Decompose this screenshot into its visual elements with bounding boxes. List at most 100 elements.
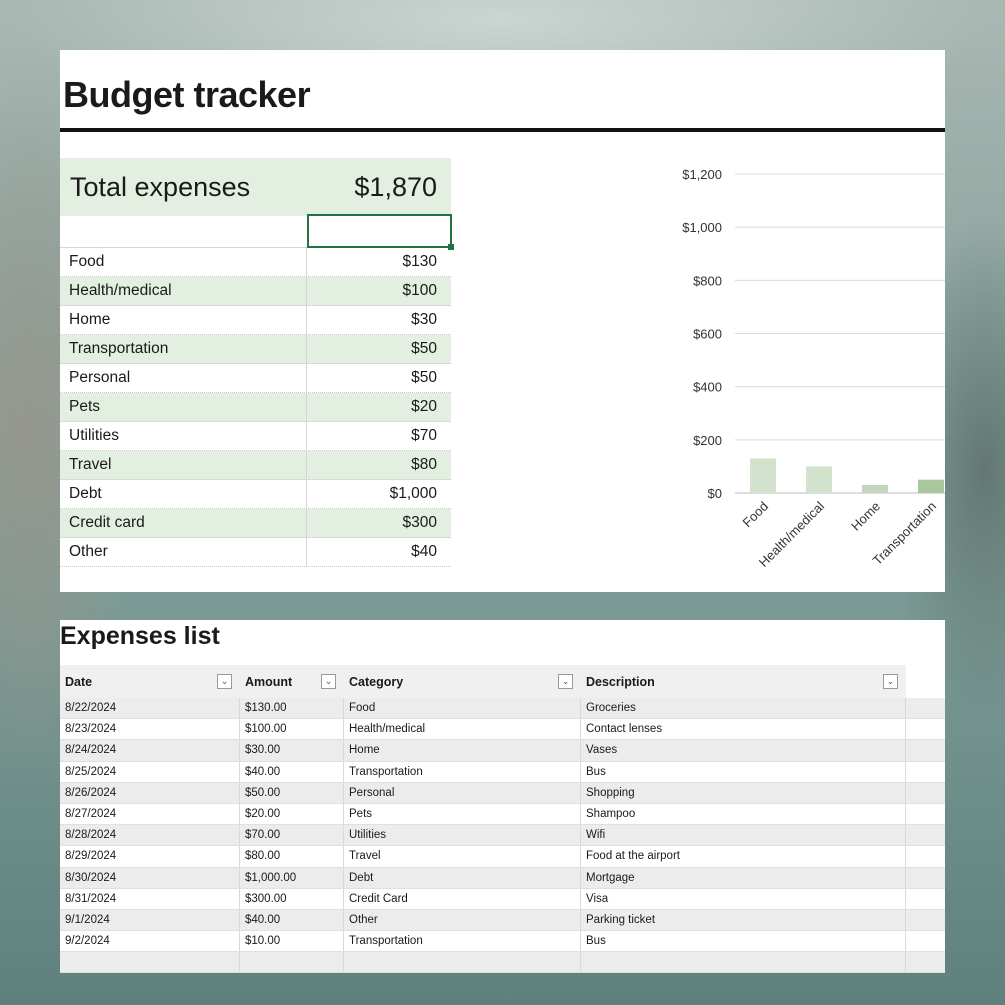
category-row[interactable]: Health/medical $100 <box>60 277 451 306</box>
table-cell[interactable] <box>60 952 240 973</box>
table-cell[interactable]: 8/27/2024 <box>60 803 240 825</box>
category-amount[interactable]: $100 <box>307 282 451 300</box>
column-header-date[interactable]: Date ⌄ <box>60 665 240 698</box>
category-amount[interactable]: $40 <box>307 543 451 561</box>
table-cell[interactable] <box>581 952 906 973</box>
chevron-down-icon[interactable]: ⌄ <box>321 674 336 689</box>
table-cell[interactable]: $30.00 <box>240 740 344 761</box>
table-cell[interactable]: Parking ticket <box>581 909 906 931</box>
column-header-amount[interactable]: Amount ⌄ <box>240 665 344 698</box>
category-row[interactable]: Other $40 <box>60 538 451 567</box>
table-cell[interactable]: 8/25/2024 <box>60 761 240 782</box>
table-cell[interactable]: Transportation <box>344 931 581 952</box>
category-amount[interactable]: $300 <box>307 514 451 532</box>
table-cell[interactable] <box>344 952 581 973</box>
category-name[interactable]: Pets <box>60 393 307 421</box>
table-cell[interactable]: $10.00 <box>240 931 344 952</box>
table-cell[interactable]: Personal <box>344 782 581 803</box>
table-cell[interactable]: 9/2/2024 <box>60 931 240 952</box>
category-row[interactable]: Home $30 <box>60 306 451 335</box>
bar-health-medical[interactable] <box>806 466 832 493</box>
category-row[interactable]: Credit card $300 <box>60 509 451 538</box>
table-cell[interactable]: Home <box>344 740 581 761</box>
table-cell[interactable]: Mortgage <box>581 867 906 888</box>
table-cell[interactable]: Contact lenses <box>581 719 906 740</box>
table-cell[interactable]: Food <box>344 698 581 719</box>
chevron-down-icon[interactable]: ⌄ <box>558 674 573 689</box>
table-row[interactable]: 8/24/2024 $30.00 Home Vases <box>60 740 945 762</box>
table-cell[interactable]: 8/22/2024 <box>60 698 240 719</box>
table-cell[interactable]: Shampoo <box>581 803 906 825</box>
table-row[interactable]: 8/22/2024 $130.00 Food Groceries <box>60 698 945 720</box>
table-cell[interactable]: Debt <box>344 867 581 888</box>
column-header-description[interactable]: Description ⌄ <box>581 665 906 698</box>
category-row[interactable]: Travel $80 <box>60 451 451 480</box>
table-cell[interactable] <box>240 952 344 973</box>
table-cell[interactable]: 8/29/2024 <box>60 846 240 867</box>
table-cell[interactable]: $100.00 <box>240 719 344 740</box>
category-amount[interactable]: $20 <box>307 398 451 416</box>
category-name[interactable]: Utilities <box>60 422 307 450</box>
table-row[interactable]: 8/30/2024 $1,000.00 Debt Mortgage <box>60 867 945 889</box>
table-cell[interactable]: Wifi <box>581 825 906 846</box>
table-cell[interactable]: Health/medical <box>344 719 581 740</box>
table-cell[interactable]: Food at the airport <box>581 846 906 867</box>
table-cell[interactable]: Visa <box>581 888 906 909</box>
table-cell[interactable]: $130.00 <box>240 698 344 719</box>
category-row[interactable]: Food $130 <box>60 248 451 277</box>
category-name[interactable]: Food <box>60 248 307 276</box>
category-name[interactable]: Home <box>60 306 307 334</box>
category-name[interactable]: Health/medical <box>60 277 307 305</box>
table-cell[interactable]: Utilities <box>344 825 581 846</box>
table-row[interactable]: 8/23/2024 $100.00 Health/medical Contact le… <box>60 719 945 741</box>
table-cell[interactable]: Transportation <box>344 761 581 782</box>
category-row[interactable]: Debt $1,000 <box>60 480 451 509</box>
category-amount[interactable]: $30 <box>307 311 451 329</box>
table-row[interactable]: 8/27/2024 $20.00 Pets Shampoo <box>60 803 945 826</box>
category-amount[interactable]: $1,000 <box>307 485 451 503</box>
category-row[interactable]: Pets $20 <box>60 393 451 422</box>
table-row[interactable]: 9/2/2024 $10.00 Transportation Bus <box>60 931 945 953</box>
table-cell[interactable]: $70.00 <box>240 825 344 846</box>
category-amount[interactable]: $130 <box>307 253 451 271</box>
selected-cell[interactable] <box>307 214 454 250</box>
table-cell[interactable]: $50.00 <box>240 782 344 803</box>
table-cell[interactable]: $300.00 <box>240 888 344 909</box>
bar-home[interactable] <box>862 485 888 493</box>
column-header-category[interactable]: Category ⌄ <box>344 665 581 698</box>
category-amount[interactable]: $80 <box>307 456 451 474</box>
chevron-down-icon[interactable]: ⌄ <box>217 674 232 689</box>
chevron-down-icon[interactable]: ⌄ <box>883 674 898 689</box>
table-cell[interactable]: Vases <box>581 740 906 761</box>
table-cell[interactable]: 8/31/2024 <box>60 888 240 909</box>
total-expenses-row[interactable]: Total expenses $1,870 <box>60 158 451 216</box>
table-row[interactable]: 8/31/2024 $300.00 Credit Card Visa <box>60 888 945 910</box>
category-name[interactable]: Other <box>60 538 307 566</box>
table-cell[interactable]: $1,000.00 <box>240 867 344 888</box>
table-row[interactable]: 8/26/2024 $50.00 Personal Shopping <box>60 782 945 804</box>
category-row[interactable]: Utilities $70 <box>60 422 451 451</box>
table-cell[interactable]: Bus <box>581 761 906 782</box>
table-cell[interactable]: Groceries <box>581 698 906 719</box>
table-cell[interactable]: $40.00 <box>240 761 344 782</box>
category-name[interactable]: Personal <box>60 364 307 392</box>
table-cell[interactable]: 8/26/2024 <box>60 782 240 803</box>
category-amount[interactable]: $50 <box>307 369 451 387</box>
category-name[interactable]: Credit card <box>60 509 307 537</box>
category-row[interactable]: Personal $50 <box>60 364 451 393</box>
category-row[interactable]: Transportation $50 <box>60 335 451 364</box>
table-cell[interactable]: $20.00 <box>240 803 344 825</box>
table-cell[interactable]: Shopping <box>581 782 906 803</box>
table-cell[interactable]: Other <box>344 909 581 931</box>
table-row[interactable]: 9/1/2024 $40.00 Other Parking ticket <box>60 909 945 932</box>
table-cell[interactable]: Travel <box>344 846 581 867</box>
category-amount[interactable]: $70 <box>307 427 451 445</box>
table-row[interactable] <box>60 952 945 974</box>
table-cell[interactable]: $80.00 <box>240 846 344 867</box>
bar-food[interactable] <box>750 458 776 493</box>
table-cell[interactable]: $40.00 <box>240 909 344 931</box>
table-cell[interactable]: Pets <box>344 803 581 825</box>
table-cell[interactable]: Credit Card <box>344 888 581 909</box>
table-cell[interactable]: 8/24/2024 <box>60 740 240 761</box>
category-amount[interactable]: $50 <box>307 340 451 358</box>
